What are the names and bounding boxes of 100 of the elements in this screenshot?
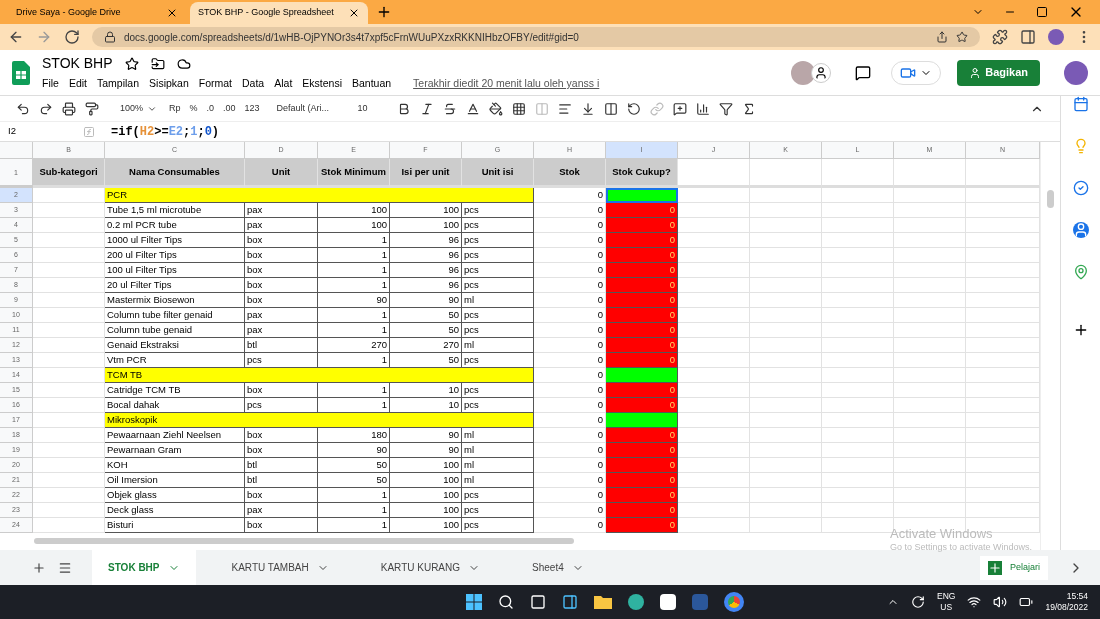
- cloud-icon[interactable]: [176, 56, 191, 71]
- print-icon[interactable]: [62, 101, 76, 116]
- explore-button[interactable]: Pelajari: [980, 555, 1048, 580]
- sheet-tab[interactable]: KARTU KURANG: [364, 550, 497, 585]
- status-cell: 0: [606, 218, 678, 233]
- table-cell: box: [245, 263, 318, 278]
- share-icon[interactable]: [936, 31, 948, 43]
- italic-icon[interactable]: [419, 101, 434, 116]
- text-color-icon[interactable]: [465, 101, 480, 116]
- menu-item[interactable]: File: [42, 76, 59, 92]
- wifi-icon[interactable]: [967, 595, 982, 609]
- close-icon[interactable]: [166, 7, 178, 19]
- table-cell: 100: [390, 458, 462, 473]
- font-size-dropdown[interactable]: 10: [357, 101, 388, 116]
- battery-icon[interactable]: [1019, 595, 1034, 609]
- paint-format-icon[interactable]: [85, 101, 99, 116]
- vertical-align-icon[interactable]: [580, 101, 595, 116]
- status-cell: 0: [606, 338, 678, 353]
- move-icon[interactable]: [150, 56, 165, 71]
- menu-item[interactable]: Format: [198, 76, 232, 92]
- menu-item[interactable]: Edit: [68, 76, 87, 92]
- vertical-scrollbar[interactable]: [1047, 190, 1054, 208]
- sync-icon[interactable]: [911, 595, 926, 609]
- contacts-icon[interactable]: [1072, 222, 1089, 238]
- comment-icon[interactable]: [855, 64, 872, 81]
- language-indicator[interactable]: ENG: [937, 591, 956, 602]
- empty-cell: [894, 428, 966, 443]
- wrap-icon[interactable]: [603, 101, 618, 116]
- horizontal-scrollbar[interactable]: [34, 538, 574, 544]
- back-icon[interactable]: [8, 29, 24, 45]
- close-icon[interactable]: [348, 7, 360, 19]
- redo-icon[interactable]: [39, 101, 53, 116]
- menu-item[interactable]: Sisipkan: [149, 76, 189, 92]
- rotate-icon[interactable]: [626, 101, 641, 116]
- zoom-dropdown[interactable]: 100%: [120, 101, 160, 116]
- extensions-icon[interactable]: [992, 29, 1008, 45]
- sheet-tab[interactable]: KARTU TAMBAH: [215, 550, 345, 585]
- task-view-icon[interactable]: [529, 594, 546, 610]
- table-cell: ml: [462, 338, 534, 353]
- number-format-button[interactable]: 123: [244, 101, 260, 116]
- widgets-icon[interactable]: [561, 594, 578, 610]
- collaborator-icon[interactable]: [811, 62, 832, 83]
- chart-icon[interactable]: [695, 101, 710, 116]
- sheet-tab[interactable]: STOK BHP: [92, 550, 196, 585]
- add-sheet-icon[interactable]: [32, 560, 46, 575]
- fill-color-icon[interactable]: [488, 101, 503, 116]
- menu-item[interactable]: Tampilan: [97, 76, 140, 92]
- start-icon[interactable]: [465, 594, 482, 610]
- empty-cell: [750, 218, 822, 233]
- browser-tab[interactable]: STOK BHP - Google Spreadsheet: [190, 2, 368, 24]
- region-indicator[interactable]: US: [940, 602, 953, 613]
- clock-time[interactable]: 15:54: [1066, 591, 1088, 602]
- borders-icon[interactable]: [511, 101, 526, 116]
- formula-field[interactable]: =if(H2>=E2;1;0): [103, 122, 1060, 141]
- all-sheets-icon[interactable]: [58, 560, 72, 575]
- increase-decimal-button[interactable]: .00: [223, 101, 236, 116]
- profile-avatar[interactable]: [1048, 29, 1064, 45]
- strikethrough-icon[interactable]: [442, 101, 457, 116]
- sheet-tab[interactable]: Sheet4: [516, 550, 600, 585]
- menu-item[interactable]: Ekstensi: [302, 76, 342, 92]
- font-dropdown[interactable]: Default (Ari...: [276, 101, 341, 116]
- bookmark-icon[interactable]: [956, 31, 968, 43]
- side-panel-icon[interactable]: [1020, 29, 1036, 45]
- empty-cell: [894, 218, 966, 233]
- undo-icon[interactable]: [16, 101, 30, 116]
- folder-icon[interactable]: [593, 595, 612, 609]
- share-button[interactable]: Bagikan: [957, 59, 1040, 86]
- address-bar[interactable]: docs.google.com/spreadsheets/d/1wHB-OjPYNOr3s4t7xpf5cFrnWUuPXzxRKKNIHbzOFBY/edit#gid=0: [92, 27, 980, 47]
- sheets-logo-icon[interactable]: [12, 60, 30, 85]
- align-icon[interactable]: [557, 101, 572, 116]
- menu-item[interactable]: Alat: [274, 76, 293, 92]
- search-icon[interactable]: [497, 594, 514, 610]
- empty-cell: [750, 263, 822, 278]
- document-title[interactable]: STOK BHP: [42, 53, 113, 75]
- chrome-icon[interactable]: [723, 592, 744, 612]
- corner-cell[interactable]: [0, 142, 33, 159]
- empty-cell: [750, 473, 822, 488]
- account-avatar[interactable]: [1064, 60, 1088, 85]
- restore-icon[interactable]: [1036, 6, 1048, 18]
- clock-date[interactable]: 19/08/2022: [1045, 602, 1088, 613]
- new-tab-icon[interactable]: [376, 4, 392, 20]
- star-icon[interactable]: [124, 56, 139, 71]
- last-edit-link[interactable]: Terakhir diedit 20 menit lalu oleh yanss i: [413, 76, 600, 92]
- reload-icon[interactable]: [64, 29, 80, 45]
- browser-tab[interactable]: Drive Saya - Google Drive: [8, 2, 186, 24]
- menu-item[interactable]: Data: [242, 76, 265, 92]
- volume-icon[interactable]: [993, 595, 1008, 609]
- header-cell: Unit isi: [462, 159, 534, 188]
- calendar-icon[interactable]: [1072, 96, 1089, 112]
- tasks-icon[interactable]: [1072, 180, 1089, 196]
- name-box[interactable]: I2: [0, 124, 75, 139]
- empty-cell: [894, 383, 966, 398]
- table-cell: Column tube filter genaid: [105, 308, 245, 323]
- percent-button[interactable]: %: [189, 101, 198, 116]
- currency-button[interactable]: Rp: [169, 101, 181, 116]
- filter-icon[interactable]: [718, 101, 733, 116]
- comment-icon[interactable]: [672, 101, 687, 116]
- menu-item[interactable]: Bantuan: [352, 76, 392, 92]
- map-pin-icon[interactable]: [1072, 264, 1089, 280]
- decrease-decimal-button[interactable]: .0: [206, 101, 215, 116]
